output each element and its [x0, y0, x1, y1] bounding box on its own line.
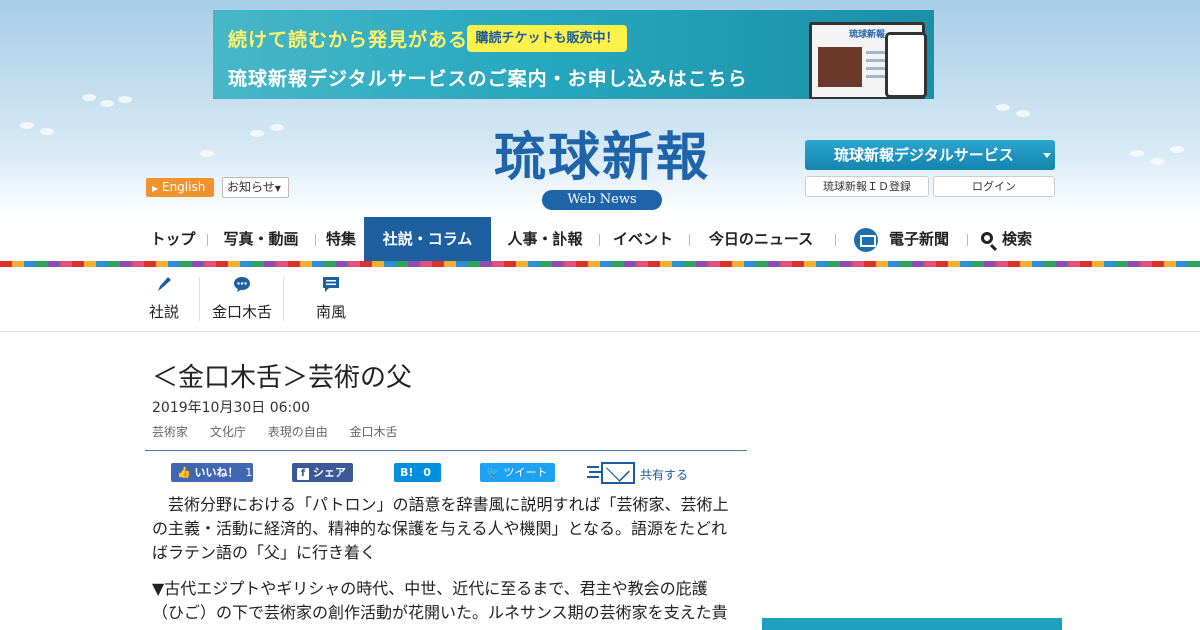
pen-icon [158, 277, 171, 291]
hatena-bookmark-button[interactable]: B! 0 [394, 463, 441, 482]
nav-item-features[interactable]: 特集 [321, 217, 361, 261]
phone-mockup-image [885, 32, 927, 98]
banner-ticket-badge: 購読チケットも販売中！ [467, 25, 627, 52]
digital-service-dropdown[interactable]: 琉球新報デジタルサービス [805, 140, 1055, 170]
thumbs-up-icon: 👍 [177, 466, 191, 479]
subnav-separator [283, 277, 284, 321]
subnav-label: 南風 [315, 303, 346, 321]
tag-link[interactable]: 芸術家 [152, 425, 188, 439]
nav-item-digital-newspaper[interactable]: 電子新聞 [885, 217, 953, 261]
digital-service-label: 琉球新報デジタルサービス [834, 146, 1014, 164]
article-divider [145, 450, 747, 451]
nav-separator [967, 234, 968, 246]
speed-lines-icon [587, 466, 599, 468]
tag-link[interactable]: 表現の自由 [268, 425, 328, 439]
caret-down-icon [1043, 153, 1051, 158]
tweet-label: ツイート [503, 466, 548, 479]
hatena-icon: B! [400, 466, 414, 479]
id-register-button[interactable]: 琉球新報ＩＤ登録 [805, 176, 929, 197]
sidebar-ad[interactable] [762, 618, 1062, 630]
main-nav: トップ 写真・動画 特集 社説・コラム 人事・訃報 イベント 今日のニュース 電… [145, 217, 1055, 261]
site-logo[interactable]: 琉球新報 Web News [452, 128, 752, 210]
notice-dropdown[interactable]: お知らせ▼ [222, 177, 289, 198]
article-tags: 芸術家 文化庁 表現の自由 金口木舌 [152, 423, 416, 440]
facebook-like-button[interactable]: 👍 いいね！ 1 [171, 463, 253, 482]
login-button[interactable]: ログイン [933, 176, 1055, 197]
nav-item-photo-video[interactable]: 写真・動画 [217, 217, 305, 261]
tag-link[interactable]: 金口木舌 [350, 425, 398, 439]
envelope-icon [601, 462, 635, 484]
like-count: 1 [245, 466, 253, 479]
nav-separator [315, 234, 316, 246]
subnav-item-editorial[interactable]: 社説 [145, 267, 183, 327]
mail-share-label[interactable]: 共有する [640, 466, 688, 483]
nav-item-search[interactable]: 検索 [999, 217, 1035, 261]
subnav-item-nanpu[interactable]: 南風 [310, 267, 352, 327]
banner-subheadline: 琉球新報デジタルサービスのご案内・お申し込みはこちら [228, 68, 748, 90]
notice-label: お知らせ [227, 180, 275, 194]
banner-headline: 続けて読むから発見がある [228, 29, 469, 51]
nav-separator [599, 234, 600, 246]
logo-wordmark: 琉球新報 [493, 127, 710, 188]
nav-item-editorial-column[interactable]: 社説・コラム [364, 217, 491, 261]
english-label: English [161, 180, 206, 194]
search-icon [981, 232, 993, 244]
nav-item-events[interactable]: イベント [609, 217, 677, 261]
caret-down-icon: ▼ [274, 184, 281, 193]
hatena-count: 0 [423, 466, 431, 479]
article-date: 2019年10月30日 06:00 [152, 400, 311, 416]
mail-share-button[interactable] [587, 460, 637, 486]
sub-nav: 社説 金口木舌 南風 [0, 267, 1200, 332]
tag-link[interactable]: 文化庁 [210, 425, 246, 439]
digital-newspaper-icon [854, 228, 878, 252]
play-arrow-icon: ▶ [152, 184, 159, 193]
speech-bubble-icon [234, 277, 250, 292]
english-button[interactable]: ▶ English [146, 178, 214, 197]
subnav-label: 金口木舌 [211, 303, 272, 321]
nav-item-top[interactable]: トップ [145, 217, 201, 261]
tweet-button[interactable]: 🐦 ツイート [480, 463, 555, 482]
facebook-share-button[interactable]: f シェア [292, 463, 353, 482]
like-label: いいね！ [194, 466, 239, 479]
article-paragraph: 芸術分野における「パトロン」の語意を辞書風に説明すれば「芸術家、芸術上の主義・活… [152, 495, 729, 562]
message-icon [323, 277, 339, 292]
nav-item-personnel-obituary[interactable]: 人事・訃報 [501, 217, 589, 261]
nav-separator [835, 234, 836, 246]
article-paragraph: ▼古代エジプトやギリシャの時代、中世、近代に至るまで、君主や教会の庇護（ひご）の… [152, 579, 728, 622]
nav-item-todays-news[interactable]: 今日のニュース [701, 217, 821, 261]
subnav-label: 社説 [148, 303, 179, 321]
subnav-separator [199, 277, 200, 321]
logo-subtitle: Web News [542, 190, 662, 210]
nav-separator [207, 234, 208, 246]
facebook-icon: f [297, 468, 309, 480]
nav-separator [689, 234, 690, 246]
subnav-item-kinkuchi-mokuzetsu[interactable]: 金口木舌 [207, 267, 277, 327]
twitter-bird-icon: 🐦 [486, 466, 500, 479]
article-title: ＜金口木舌＞芸術の父 [152, 363, 413, 393]
digital-service-banner[interactable]: 続けて読むから発見がある 購読チケットも販売中！ 琉球新報デジタルサービスのご案… [213, 10, 934, 99]
facebook-share-label: シェア [312, 466, 346, 479]
